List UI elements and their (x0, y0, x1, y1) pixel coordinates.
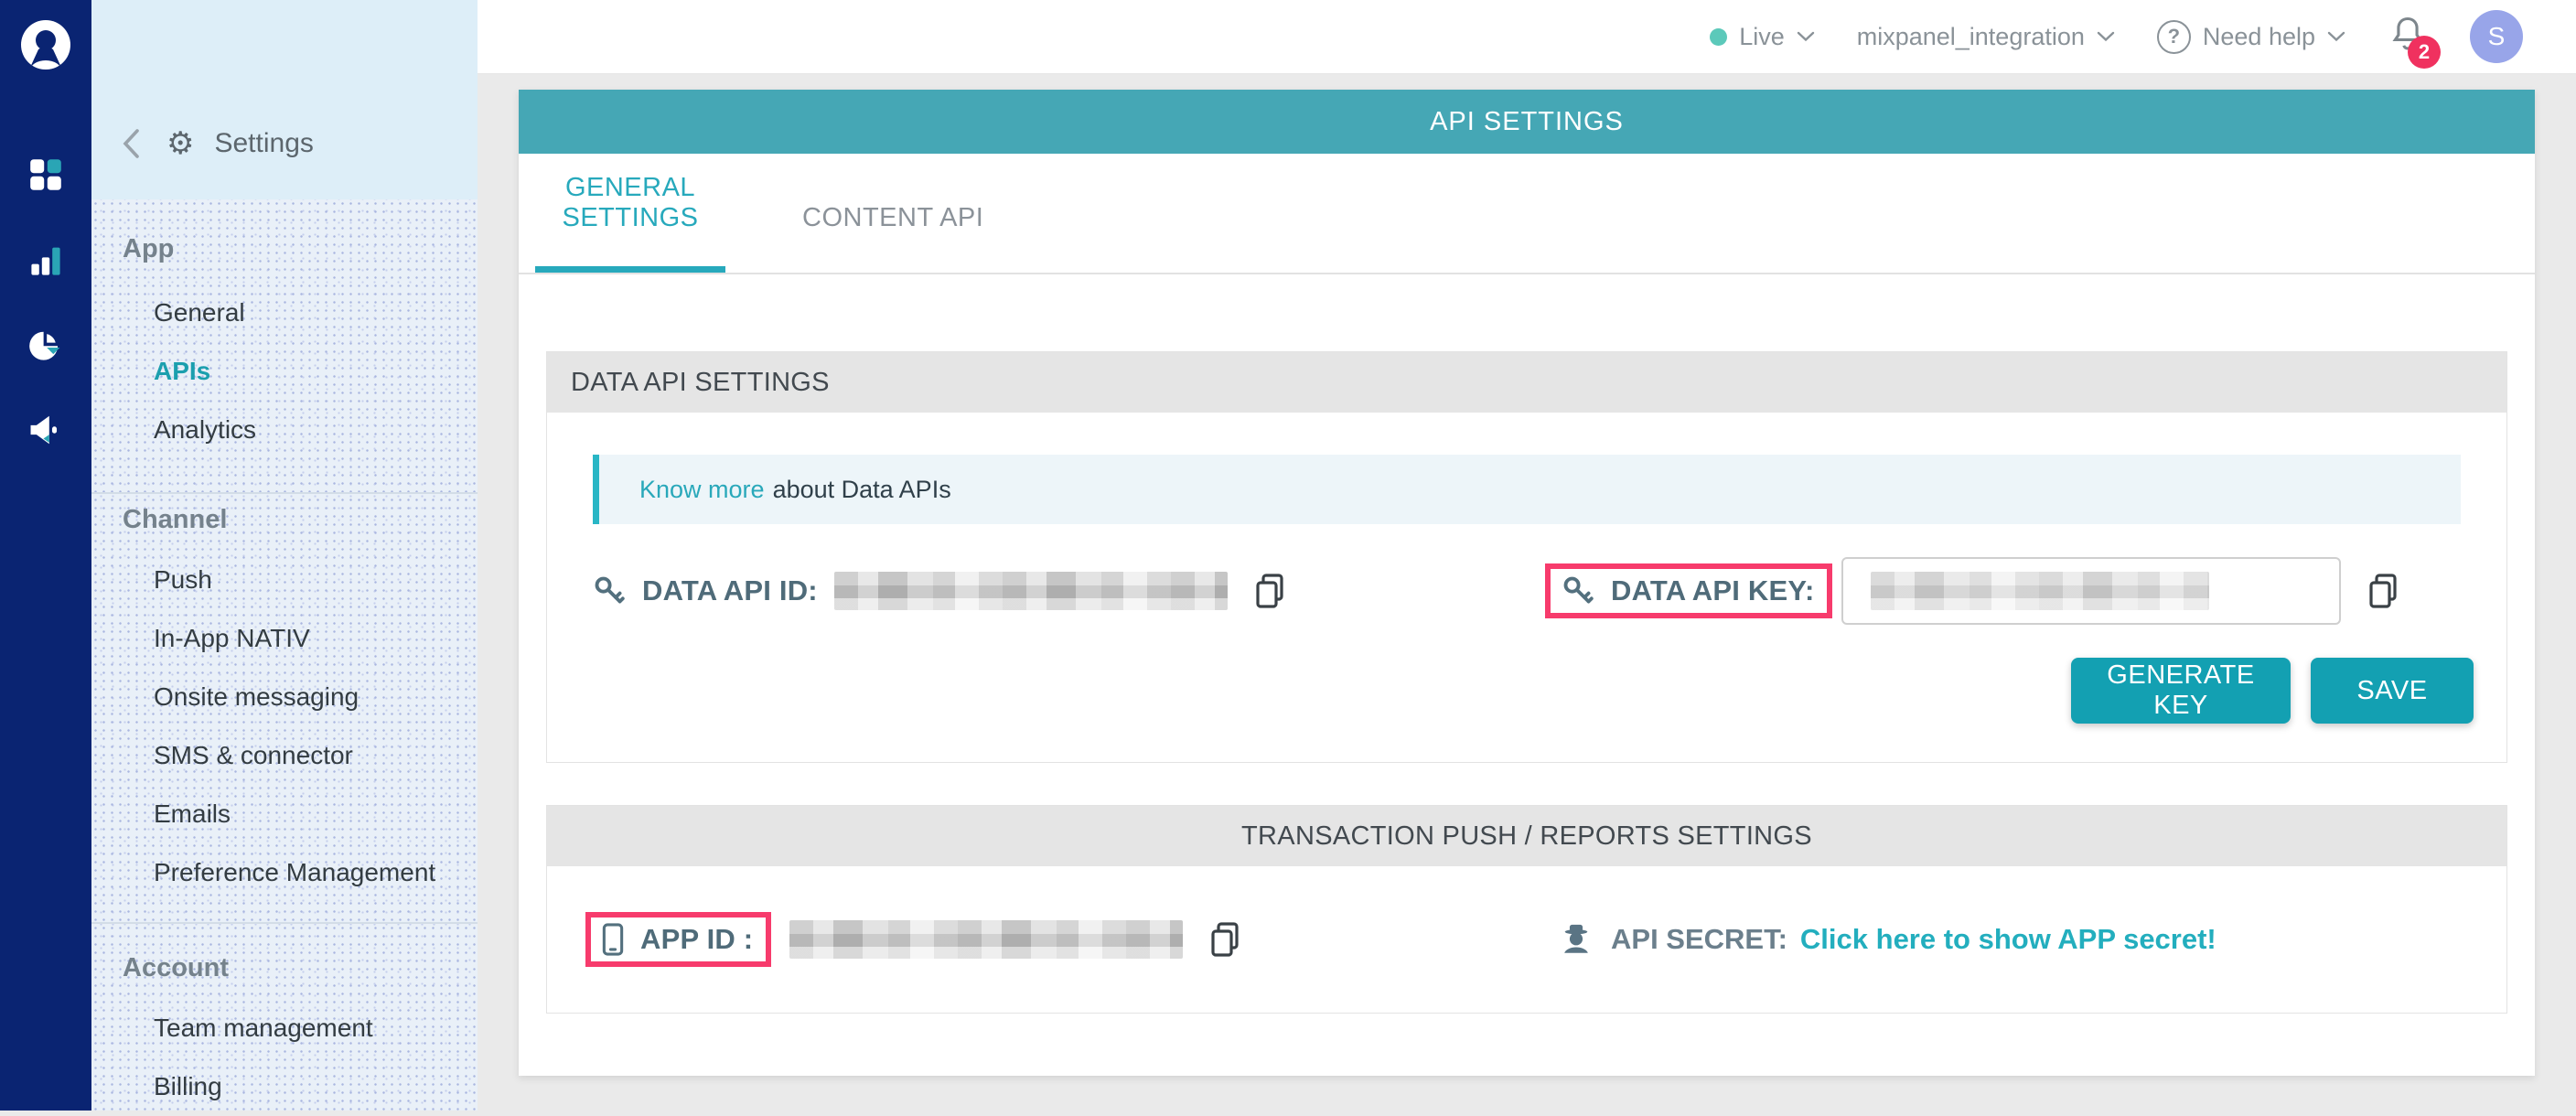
generate-key-button[interactable]: GENERATE KEY (2071, 658, 2291, 724)
copy-data-api-key-button[interactable] (2365, 571, 2401, 611)
api-settings-card: API SETTINGS GENERAL SETTINGS CONTENT AP… (519, 90, 2535, 1076)
sidebar-item-team-management[interactable]: Team management (91, 999, 478, 1057)
sidebar-item-onsite-messaging[interactable]: Onsite messaging (91, 668, 478, 726)
tab-content-api[interactable]: CONTENT API (789, 203, 996, 273)
mobile-phone-icon (602, 923, 624, 956)
brand-logo[interactable] (19, 18, 72, 76)
sidebar-item-analytics[interactable]: Analytics (91, 401, 478, 459)
environment-label: Live (1739, 23, 1785, 51)
top-bar: Live mixpanel_integration ? Need help 2 … (478, 0, 2576, 74)
apps-grid-icon[interactable] (29, 158, 62, 196)
spy-icon (1560, 923, 1593, 956)
tab-general-settings[interactable]: GENERAL SETTINGS (535, 173, 725, 273)
sidebar-item-push[interactable]: Push (91, 551, 478, 609)
user-avatar[interactable]: S (2470, 10, 2523, 63)
tab-bar: GENERAL SETTINGS CONTENT API (519, 154, 2535, 274)
data-api-key-label: DATA API KEY: (1611, 574, 1814, 607)
sidebar-item-emails[interactable]: Emails (91, 785, 478, 843)
key-icon (593, 574, 626, 607)
notification-badge: 2 (2408, 36, 2441, 69)
back-chevron-icon[interactable] (121, 128, 141, 159)
need-help-label: Need help (2203, 23, 2315, 51)
app-id-group: APP ID : (585, 912, 1527, 967)
save-button[interactable]: SAVE (2311, 658, 2474, 724)
key-icon (1562, 574, 1594, 607)
sidebar-item-sms-connector[interactable]: SMS & connector (91, 726, 478, 785)
project-name: mixpanel_integration (1857, 23, 2085, 51)
copy-app-id-button[interactable] (1207, 919, 1243, 960)
chevron-down-icon (1797, 31, 1815, 42)
chevron-down-icon (2327, 31, 2345, 42)
data-api-settings-section: DATA API SETTINGS Know more about Data A… (546, 351, 2507, 763)
nav-section-channel: Channel (91, 501, 478, 538)
live-status-dot (1710, 28, 1727, 46)
app-rail (0, 0, 91, 1111)
copy-data-api-id-button[interactable] (1251, 571, 1288, 611)
data-api-key-group: DATA API KEY: (1527, 557, 2461, 625)
data-api-key-value-redacted (1871, 572, 2209, 610)
data-api-actions: GENERATE KEY SAVE (547, 658, 2474, 724)
sidebar-item-apis[interactable]: APIs (91, 342, 478, 401)
data-api-id-label: DATA API ID: (642, 574, 818, 607)
highlight-box-app-id: APP ID : (585, 912, 771, 967)
settings-nav: App General APIs Analytics Channel Push … (91, 199, 478, 1111)
environment-dropdown[interactable]: Live (1710, 23, 1815, 51)
show-app-secret-link[interactable]: Click here to show APP secret! (1800, 923, 2216, 956)
sidebar-item-preference-management[interactable]: Preference Management (91, 843, 478, 902)
transaction-credentials-row: APP ID : (547, 866, 2506, 1013)
nav-divider (91, 922, 478, 924)
settings-sidebar: ⚙ Settings App General APIs Analytics Ch… (91, 0, 478, 1111)
data-api-id-value-redacted (834, 572, 1228, 610)
transaction-push-header: TRANSACTION PUSH / REPORTS SETTINGS (547, 806, 2506, 866)
data-api-key-input[interactable] (1841, 557, 2341, 625)
app-id-label: APP ID : (640, 923, 753, 956)
know-more-text: about Data APIs (773, 476, 951, 504)
nav-section-account: Account (91, 950, 478, 986)
know-more-callout: Know more about Data APIs (593, 455, 2461, 524)
sidebar-item-general[interactable]: General (91, 284, 478, 342)
api-secret-group: API SECRET: Click here to show APP secre… (1527, 923, 2468, 956)
api-credentials-row: DATA API ID: (547, 557, 2506, 625)
sidebar-header: ⚙ Settings (91, 0, 478, 199)
person-logo-icon (19, 18, 72, 71)
sidebar-item-inapp-nativ[interactable]: In-App NATIV (91, 609, 478, 668)
chevron-down-icon (2097, 31, 2115, 42)
sidebar-item-billing[interactable]: Billing (91, 1057, 478, 1116)
data-api-settings-header: DATA API SETTINGS (547, 352, 2506, 413)
highlight-box-data-api-key: DATA API KEY: (1545, 563, 1832, 618)
need-help-dropdown[interactable]: ? Need help (2157, 20, 2345, 54)
know-more-link[interactable]: Know more (639, 476, 765, 504)
notifications-button[interactable]: 2 (2388, 13, 2428, 61)
project-dropdown[interactable]: mixpanel_integration (1857, 23, 2115, 51)
data-api-id-group: DATA API ID: (593, 571, 1527, 611)
nav-section-app: App (91, 231, 478, 267)
nav-divider (91, 492, 478, 494)
app-id-value-redacted (789, 920, 1183, 959)
campaigns-megaphone-icon[interactable] (28, 413, 63, 452)
analytics-bars-icon[interactable] (29, 244, 62, 282)
segments-pie-icon[interactable] (28, 327, 63, 367)
transaction-push-section: TRANSACTION PUSH / REPORTS SETTINGS APP … (546, 805, 2507, 1014)
sidebar-title: Settings (214, 128, 313, 159)
api-secret-label: API SECRET: (1611, 923, 1787, 956)
gear-icon: ⚙ (166, 128, 194, 159)
page-title: API SETTINGS (519, 90, 2535, 154)
help-circle-icon: ? (2157, 20, 2191, 54)
